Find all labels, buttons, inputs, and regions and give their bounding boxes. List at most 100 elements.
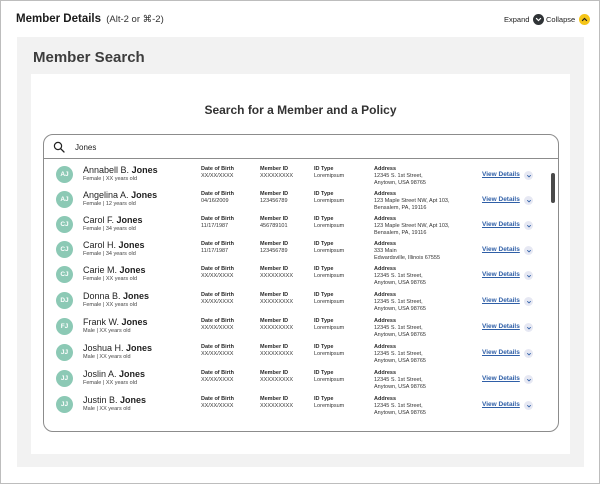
view-details-link[interactable]: View Details [482,297,520,304]
member-gender-age: Male | XX years old [83,406,131,412]
member-id-value: XXXXXXXXX [260,325,294,331]
id-type-value: Loremipsum [314,377,345,383]
expand-label[interactable]: Expand [504,15,529,24]
dob-value: 11/17/1987 [201,223,229,229]
chevron-down-icon [526,326,531,329]
member-row[interactable]: DJ Donna B. Jones Female | XX years old Dat… [44,287,558,313]
view-details-link[interactable]: View Details [482,271,520,278]
member-last-name: Jones [131,190,158,200]
member-row[interactable]: CJ Carol H. Jones Female | 34 years old Dat… [44,236,558,262]
view-details-link[interactable]: View Details [482,246,520,253]
member-gender-age: Male | XX years old [83,354,131,360]
expand-row-button[interactable] [524,196,533,205]
member-name: Carie M. Jones [83,265,146,275]
chevron-down-icon [526,174,531,177]
chevron-down-icon [526,274,531,277]
header-bar: Member Details (Alt-2 or ⌘-2) Expand Col… [1,1,599,35]
expand-row-button[interactable] [524,171,533,180]
member-id-value: XXXXXXXXX [260,403,294,409]
member-id-label: Member ID [260,241,289,247]
member-row[interactable]: AJ Angelina A. Jones Female | 12 years old… [44,186,558,212]
collapse-label[interactable]: Collapse [546,15,575,24]
expand-row-button[interactable] [524,375,533,384]
dob-value: XX/XX/XXXX [201,273,234,279]
expand-row-button[interactable] [524,401,533,410]
member-gender-age: Female | XX years old [83,176,138,182]
address-line: Anytown, USA 98765 [374,384,426,390]
expand-row-button[interactable] [524,349,533,358]
address-value: 12345 S. 1st Street, Anytown, USA 98765 [374,403,426,417]
view-details-link[interactable]: View Details [482,196,520,203]
expand-row-button[interactable] [524,221,533,230]
view-details-link[interactable]: View Details [482,221,520,228]
address-line: 12345 S. 1st Street, [374,377,423,383]
view-details-link[interactable]: View Details [482,375,520,382]
member-name: Annabell B. Jones [83,165,158,175]
address-label: Address [374,292,397,298]
member-gender-age: Female | 34 years old [83,251,136,257]
card-title: Search for a Member and a Policy [204,103,397,117]
member-first-name: Carol F. [83,215,115,225]
view-details-link[interactable]: View Details [482,171,520,178]
dob-value: XX/XX/XXXX [201,351,234,357]
address-value: 12345 S. 1st Street, Anytown, USA 98765 [374,351,426,365]
chevron-down-icon [526,378,531,381]
member-row[interactable]: AJ Annabell B. Jones Female | XX years old… [44,161,558,187]
address-line: 333 Main [374,248,397,254]
dob-label: Date of Birth [201,396,234,402]
id-type-label: ID Type [314,166,334,172]
page-title: Member Search [33,49,145,66]
window-title: Member Details (Alt-2 or ⌘-2) [16,13,164,25]
member-last-name: Jones [121,317,148,327]
member-row[interactable]: JJ Justin B. Jones Male | XX years old Date… [44,391,558,417]
avatar: AJ [56,191,73,208]
address-label: Address [374,216,397,222]
collapse-button[interactable] [579,14,591,25]
expand-row-button[interactable] [524,271,533,280]
member-id-label: Member ID [260,166,289,172]
member-row[interactable]: JJ Joslin A. Jones Female | XX years old Da… [44,365,558,391]
scrollbar[interactable] [551,173,555,203]
search-icon[interactable] [53,141,65,153]
member-row[interactable]: CJ Carie M. Jones Female | XX years old Dat… [44,261,558,287]
member-row[interactable]: JJ Joshua H. Jones Male | XX years old Date… [44,339,558,365]
dob-label: Date of Birth [201,292,234,298]
id-type-value: Loremipsum [314,403,345,409]
member-last-name: Jones [118,240,145,250]
expand-row-button[interactable] [524,297,533,306]
member-id-label: Member ID [260,191,289,197]
expand-button[interactable] [533,14,545,25]
member-last-name: Jones [120,395,147,405]
view-details-link[interactable]: View Details [482,401,520,408]
id-type-label: ID Type [314,241,334,247]
search-input[interactable] [75,140,535,154]
search-bar[interactable] [44,135,558,159]
id-type-value: Loremipsum [314,223,345,229]
member-last-name: Jones [126,343,153,353]
member-name: Justin B. Jones [83,395,146,405]
avatar: CJ [56,266,73,283]
member-id-value: XXXXXXXXX [260,299,294,305]
address-value: 333 Main Edwardsville, Illinois 67555 [374,248,440,262]
chevron-down-icon [536,17,542,22]
member-id-label: Member ID [260,370,289,376]
dob-value: XX/XX/XXXX [201,299,234,305]
member-first-name: Joslin A. [83,369,117,379]
id-type-label: ID Type [314,191,334,197]
address-label: Address [374,396,397,402]
member-first-name: Justin B. [83,395,118,405]
address-value: 12345 S. 1st Street, Anytown, USA 98765 [374,325,426,339]
member-id-label: Member ID [260,216,289,222]
member-row[interactable]: CJ Carol F. Jones Female | 34 years old Dat… [44,211,558,237]
expand-row-button[interactable] [524,323,533,332]
expand-control[interactable]: Expand [504,14,545,25]
dob-label: Date of Birth [201,191,234,197]
expand-row-button[interactable] [524,246,533,255]
member-name: Carol F. Jones [83,215,143,225]
member-row[interactable]: FJ Frank W. Jones Male | XX years old Date … [44,313,558,339]
avatar: JJ [56,344,73,361]
view-details-link[interactable]: View Details [482,323,520,330]
collapse-control[interactable]: Collapse [546,14,591,25]
id-type-label: ID Type [314,318,334,324]
view-details-link[interactable]: View Details [482,349,520,356]
